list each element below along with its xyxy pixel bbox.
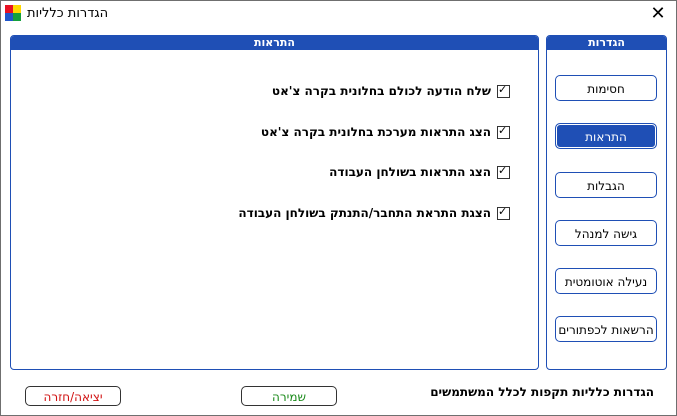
checkmark-icon: ✓ — [498, 204, 508, 218]
exit-button[interactable]: יציאה/חזרה — [25, 386, 121, 406]
checkbox[interactable]: ✓ — [497, 163, 510, 179]
checkbox[interactable]: ✓ — [497, 123, 510, 139]
option-label: שלח הודעה לכולם בחלונית בקרה צ'אט — [271, 84, 491, 98]
alerts-panel: התראות ✓ שלח הודעה לכולם בחלונית בקרה צ'… — [10, 35, 539, 370]
checkmark-icon: ✓ — [498, 82, 508, 96]
checkmark-icon: ✓ — [498, 123, 508, 137]
checkmark-icon: ✓ — [498, 163, 508, 177]
footer-note: הגדרות כלליות תקפות לכלל המשתמשים — [430, 385, 654, 399]
settings-panel: הגדרות חסימות התראות הגבלות גישה למנהל נ… — [546, 35, 667, 370]
nav-button-auto-lock[interactable]: נעילה אוטומטית — [555, 268, 657, 294]
nav-button-restrictions[interactable]: הגבלות — [555, 172, 657, 198]
settings-window: הגדרות כלליות ✕ התראות ✓ שלח הודעה לכולם… — [0, 0, 677, 416]
alerts-panel-header: התראות — [11, 36, 538, 50]
option-label: הצג התראות בשולחן העבודה — [329, 165, 491, 179]
nav-button-alerts[interactable]: התראות — [555, 123, 657, 149]
option-label: הצגת התראת התחבר/התנתק בשולחן העבודה — [238, 206, 491, 220]
save-button[interactable]: שמירה — [241, 386, 337, 406]
window-title: הגדרות כלליות — [27, 6, 109, 21]
settings-panel-header: הגדרות — [547, 36, 666, 50]
nav-button-button-permissions[interactable]: הרשאות לכפתורים — [555, 316, 657, 342]
option-system-alerts-chat[interactable]: ✓ הצג התראות מערכת בחלונית בקרה צ'אט — [260, 123, 510, 139]
checkbox[interactable]: ✓ — [497, 204, 510, 220]
nav-button-blocks[interactable]: חסימות — [555, 75, 657, 101]
checkbox[interactable]: ✓ — [497, 82, 510, 98]
option-send-message-all-chat[interactable]: ✓ שלח הודעה לכולם בחלונית בקרה צ'אט — [271, 82, 510, 98]
close-icon[interactable]: ✕ — [646, 3, 670, 25]
option-connect-disconnect-desktop[interactable]: ✓ הצגת התראת התחבר/התנתק בשולחן העבודה — [238, 204, 510, 220]
color-squares-icon — [5, 5, 21, 21]
option-desktop-alerts[interactable]: ✓ הצג התראות בשולחן העבודה — [329, 163, 510, 179]
option-label: הצג התראות מערכת בחלונית בקרה צ'אט — [260, 125, 491, 139]
title-bar: הגדרות כלליות ✕ — [1, 1, 676, 31]
nav-button-admin-access[interactable]: גישה למנהל — [555, 220, 657, 246]
